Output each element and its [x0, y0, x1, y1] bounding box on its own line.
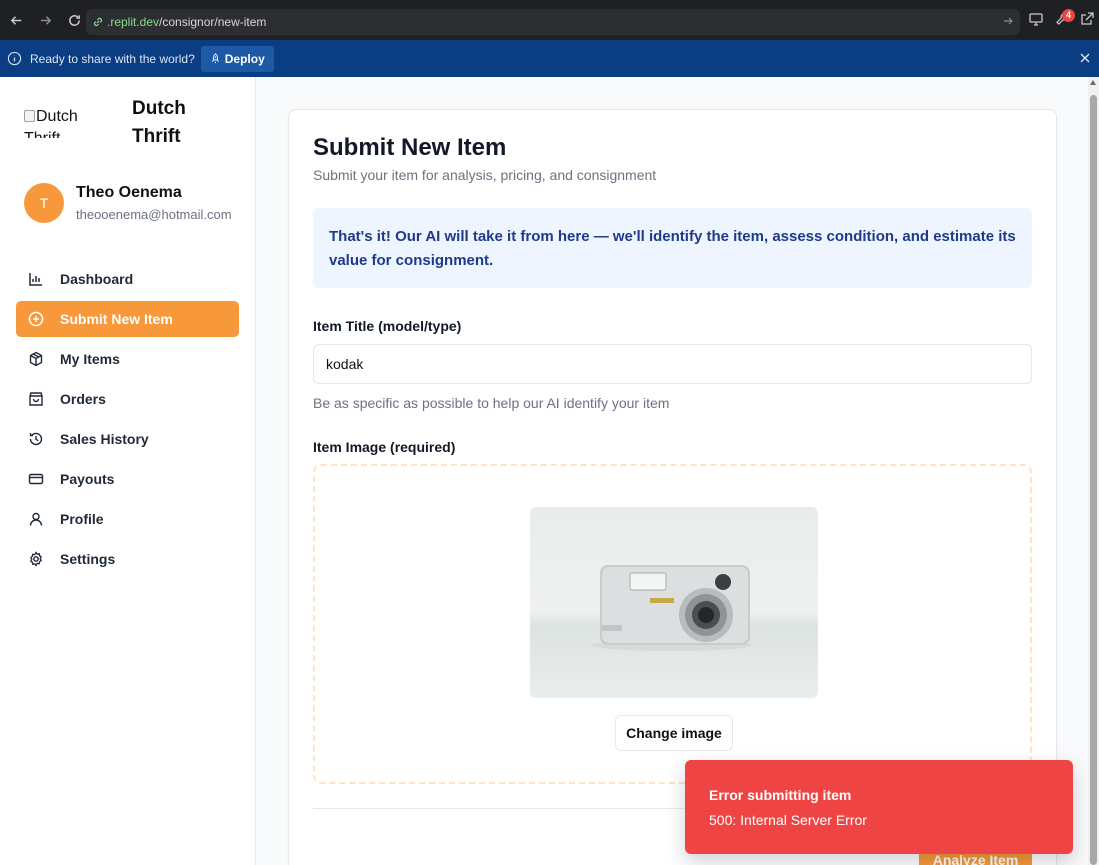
sidebar-item-profile[interactable]: Profile: [16, 501, 239, 537]
arrow-right-icon: [1004, 17, 1013, 25]
sidebar-item-orders[interactable]: Orders: [16, 381, 239, 417]
url-path: /consignor/new-item: [159, 15, 267, 29]
rocket-icon: [211, 53, 219, 64]
browser-toolbar: .replit.dev/consignor/new-item 4: [0, 0, 1099, 40]
monitor-icon: [1029, 13, 1043, 26]
address-bar[interactable]: .replit.dev/consignor/new-item: [86, 9, 1020, 35]
deploy-banner: Ready to share with the world? Deploy: [0, 40, 1099, 77]
scrollbar-thumb[interactable]: [1090, 95, 1097, 865]
sidebar-item-label: My Items: [60, 351, 120, 367]
item-title-input[interactable]: [313, 344, 1032, 384]
sidebar-item-label: Dashboard: [60, 271, 134, 287]
info-icon: [7, 51, 22, 66]
package-icon: [29, 351, 43, 367]
history-icon: [29, 432, 43, 446]
sidebar-item-label: Payouts: [60, 471, 115, 487]
item-image-preview: [530, 507, 818, 698]
credit-card-icon: [28, 473, 44, 485]
url-host: .replit.dev: [107, 15, 160, 29]
sidebar-nav: Dashboard Submit New Item My Items Order…: [16, 261, 239, 581]
submit-item-card: Submit New Item Submit your item for ana…: [288, 109, 1057, 865]
user-icon: [29, 512, 43, 526]
reload-button[interactable]: [61, 7, 87, 33]
item-image-label: Item Image (required): [313, 439, 456, 455]
ai-info-box: That's it! Our AI will take it from here…: [313, 208, 1032, 288]
deploy-label: Deploy: [224, 51, 265, 66]
sidebar-item-sales-history[interactable]: Sales History: [16, 421, 239, 457]
change-image-button[interactable]: Change image: [615, 715, 733, 751]
banner-message: Ready to share with the world?: [30, 51, 195, 66]
shopping-bag-icon: [29, 392, 43, 406]
reload-icon: [68, 14, 80, 26]
user-email: theooenema@hotmail.com: [76, 207, 232, 222]
open-external-button[interactable]: [1079, 11, 1097, 29]
deploy-button[interactable]: Deploy: [200, 45, 274, 72]
sidebar-item-dashboard[interactable]: Dashboard: [16, 261, 239, 297]
link-icon: [93, 17, 103, 27]
item-title-label: Item Title (model/type): [313, 318, 462, 334]
page-title: Submit New Item: [313, 134, 507, 161]
back-button[interactable]: [3, 7, 29, 33]
broken-image-icon: [24, 110, 35, 122]
sidebar-item-payouts[interactable]: Payouts: [16, 461, 239, 497]
close-icon[interactable]: [1079, 52, 1091, 64]
plus-circle-icon: [28, 311, 44, 327]
brand-line-1: Dutch: [132, 98, 186, 119]
logo-image: Dutch Thrift: [24, 106, 88, 138]
sidebar-item-label: Submit New Item: [60, 311, 173, 327]
notification-badge: 4: [1062, 9, 1075, 22]
user-name: Theo Oenema: [76, 184, 182, 201]
gear-icon: [29, 551, 43, 567]
brand-line-2: Thrift: [132, 126, 181, 147]
main-scrollbar[interactable]: [1088, 77, 1099, 865]
toast-message: 500: Internal Server Error: [709, 812, 867, 828]
error-toast[interactable]: Error submitting item 500: Internal Serv…: [685, 760, 1073, 854]
sidebar-item-label: Sales History: [60, 431, 149, 447]
sidebar-item-label: Profile: [60, 511, 104, 527]
avatar: T: [24, 183, 64, 223]
devices-button[interactable]: [1028, 11, 1046, 29]
arrow-left-icon: [10, 15, 21, 25]
main-content: Submit New Item Submit your item for ana…: [256, 77, 1099, 865]
sidebar-item-my-items[interactable]: My Items: [16, 341, 239, 377]
sidebar-item-label: Settings: [60, 551, 116, 567]
bar-chart-icon: [29, 273, 42, 286]
toast-title: Error submitting item: [709, 787, 852, 803]
camera-photo-icon: [592, 565, 752, 651]
sidebar-item-settings[interactable]: Settings: [16, 541, 239, 577]
page-subtitle: Submit your item for analysis, pricing, …: [313, 167, 657, 183]
item-title-help: Be as specific as possible to help our A…: [313, 395, 670, 411]
sidebar-item-submit-new-item[interactable]: Submit New Item: [16, 301, 239, 337]
sidebar: Dutch Thrift Dutch Thrift T Theo Oenema …: [0, 77, 256, 865]
image-dropzone[interactable]: Change image: [313, 464, 1032, 784]
brand-name: Dutch Thrift: [132, 95, 232, 151]
scroll-up-arrow-icon[interactable]: [1090, 80, 1096, 85]
arrow-right-icon: [40, 15, 51, 25]
sidebar-item-label: Orders: [60, 391, 106, 407]
external-link-icon: [1081, 12, 1094, 25]
forward-button[interactable]: [32, 7, 58, 33]
